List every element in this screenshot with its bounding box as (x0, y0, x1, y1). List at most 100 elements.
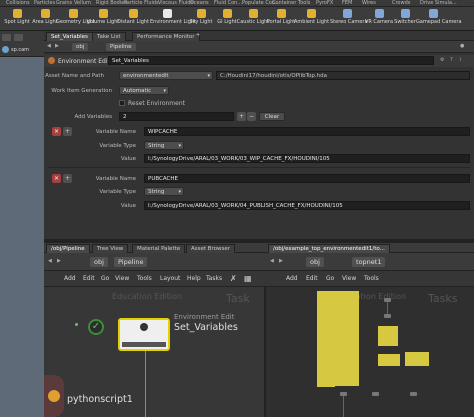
add-tab-icon[interactable]: + (196, 32, 200, 38)
remove-variable-1-button[interactable]: × (52, 127, 61, 136)
sticky-note-2[interactable] (317, 373, 335, 387)
shelf-tool-environment-light[interactable]: Environment Light (150, 9, 196, 31)
tab-obj-pipeline[interactable]: /obj/Pipeline (46, 244, 90, 253)
variable-1-value-field[interactable]: I:/SynologyDrive/ARAL/03_WORK/03_WIP_CAC… (144, 154, 470, 163)
tab-asset-browser[interactable]: Asset Browser (186, 244, 236, 253)
sticky-note-5[interactable] (405, 352, 429, 366)
info-icon[interactable]: i (460, 57, 461, 63)
view-icon[interactable] (14, 34, 23, 41)
set-variables-node[interactable] (118, 318, 170, 351)
menu-tasks[interactable]: Tasks (206, 275, 222, 282)
shelf-tab-14[interactable]: Crowds (392, 0, 410, 6)
menu-go[interactable]: Go (101, 275, 109, 282)
topnet-menu-tools[interactable]: Tools (364, 275, 379, 282)
shelf-tool-gamepad-camera[interactable]: Gamepad Camera (416, 9, 462, 31)
shelf-tool-ambient-light[interactable]: Ambient Light (294, 9, 329, 31)
forward-icon[interactable]: ▶ (55, 43, 59, 49)
camera-icon[interactable] (2, 46, 9, 53)
add-variables-field[interactable]: 2 (119, 112, 234, 121)
variable-2-type-dropdown[interactable]: String (144, 187, 184, 196)
shelf-tab-10[interactable]: Container Tools (272, 0, 310, 6)
topnet-menu-go[interactable]: Go (326, 275, 334, 282)
node-name-text[interactable]: Set_Variables (174, 322, 238, 333)
shelf-tab-2[interactable]: Grains (56, 0, 72, 6)
shelf-tab-13[interactable]: Wires (362, 0, 376, 6)
sticky-note-1[interactable] (317, 291, 359, 386)
add-variable-button[interactable]: + (237, 112, 246, 121)
python-node-name[interactable]: pythonscript1 (67, 394, 133, 405)
tab-performance-monitor[interactable]: Performance Monitor (132, 32, 200, 41)
shelf-tab-15[interactable]: Drive Simula... (420, 0, 457, 6)
help-icon[interactable]: ? (450, 57, 453, 63)
tab-topnet-path[interactable]: /obj/example_top_environmentedit1/to... (268, 244, 390, 253)
tab-tree-view[interactable]: Tree View (92, 244, 129, 253)
clear-button[interactable]: Clear (259, 112, 285, 121)
back-icon[interactable]: ◀ (48, 258, 52, 264)
shelf-tool-portal-light[interactable]: Portal Light (264, 9, 298, 31)
reset-environment-checkbox[interactable] (119, 100, 125, 106)
top-node-d[interactable] (372, 392, 379, 396)
back-icon[interactable]: ◀ (47, 43, 51, 49)
path-current[interactable]: Pipeline (106, 43, 136, 51)
shelf-tab-11[interactable]: PyroFX (316, 0, 333, 6)
shelf-tool-stereo-camera[interactable]: Stereo Camera (330, 9, 368, 31)
shelf-tool-distant-light[interactable]: Distant Light (116, 9, 150, 31)
top-node-b[interactable] (384, 314, 391, 318)
menu-tools[interactable]: Tools (137, 275, 152, 282)
shelf-tab-3[interactable]: Vellum (74, 0, 91, 6)
asset-name-dropdown[interactable]: environmentedit (119, 71, 213, 80)
forward-icon[interactable]: ▶ (279, 258, 283, 264)
shelf-tab-8[interactable]: Fluid Con... (214, 0, 242, 6)
pin-icon[interactable]: ● (460, 43, 464, 49)
work-item-dropdown[interactable]: Automatic (119, 86, 169, 95)
viewport-menu-icon[interactable] (2, 34, 11, 41)
back-icon[interactable]: ◀ (270, 258, 274, 264)
tab-set-variables[interactable]: Set_Variables (46, 32, 93, 41)
menu-add[interactable]: Add (64, 275, 76, 282)
network-path-root[interactable]: obj (90, 257, 108, 267)
insert-variable-2-button[interactable]: + (63, 174, 72, 183)
tab-take-list[interactable]: Take List (92, 32, 126, 41)
topnet-menu-add[interactable]: Add (286, 275, 298, 282)
forward-icon[interactable]: ▶ (57, 258, 61, 264)
shelf-tab-0[interactable]: Collisions (6, 0, 30, 6)
shelf-tool-label: Environment Light (150, 19, 196, 25)
topnet-menu-edit[interactable]: Edit (306, 275, 318, 282)
shelf-tab-7[interactable]: Oceans (190, 0, 209, 6)
sticky-note-4[interactable] (378, 354, 400, 366)
gear-icon[interactable]: ⚙ (440, 57, 444, 63)
variable-2-value-field[interactable]: I:/SynologyDrive/ARAL/03_WORK/04_PUBLISH… (144, 201, 470, 210)
shelf-tab-4[interactable]: Rigid Bodies (96, 0, 127, 6)
shelf-tab-5[interactable]: Particle Fluids (124, 0, 159, 6)
network-path-current[interactable]: Pipeline (114, 257, 148, 267)
menu-help[interactable]: Help (187, 275, 201, 282)
menu-layout[interactable]: Layout (160, 275, 180, 282)
sticky-note-3[interactable] (378, 326, 398, 346)
top-node-e[interactable] (410, 392, 417, 396)
geometry-light-icon (68, 9, 78, 18)
path-root[interactable]: obj (72, 43, 89, 51)
menu-edit[interactable]: Edit (83, 275, 95, 282)
shelf-tool-geometry-light[interactable]: Geometry Light (56, 9, 95, 31)
variable-1-name-field[interactable]: WIPCACHE (144, 127, 470, 136)
menu-view[interactable]: View (115, 275, 129, 282)
shelf-tab-1[interactable]: Particles (34, 0, 55, 6)
remove-variable-button[interactable]: − (247, 112, 256, 121)
topnet-menu-view[interactable]: View (342, 275, 356, 282)
insert-variable-1-button[interactable]: + (63, 127, 72, 136)
node-name-field[interactable]: Set_Variables (108, 56, 434, 65)
tab-material-palette[interactable]: Material Palette (132, 244, 186, 253)
variable-1-type-dropdown[interactable]: String (144, 141, 184, 150)
variable-2-name-field[interactable]: PUBCACHE (144, 174, 470, 183)
topnet-path-root[interactable]: obj (306, 257, 324, 267)
wrench-icon[interactable]: ✗ (230, 274, 237, 283)
shelf-tab-12[interactable]: FEM (342, 0, 352, 6)
display-options-icon[interactable]: ▦ (244, 274, 252, 283)
camera-label[interactable]: sp.cam (11, 47, 29, 53)
scene-viewport[interactable] (0, 31, 44, 417)
remove-variable-2-button[interactable]: × (52, 174, 61, 183)
asset-path-field[interactable]: C:/Houdini17/houdini/otls/OPlibTop.hda (216, 71, 470, 80)
shelf-tool-volume-light[interactable]: Volume Light (86, 9, 120, 31)
topnet-path-current[interactable]: topnet1 (352, 257, 386, 267)
shelf-tab-6[interactable]: Viscous Fluids (158, 0, 193, 6)
